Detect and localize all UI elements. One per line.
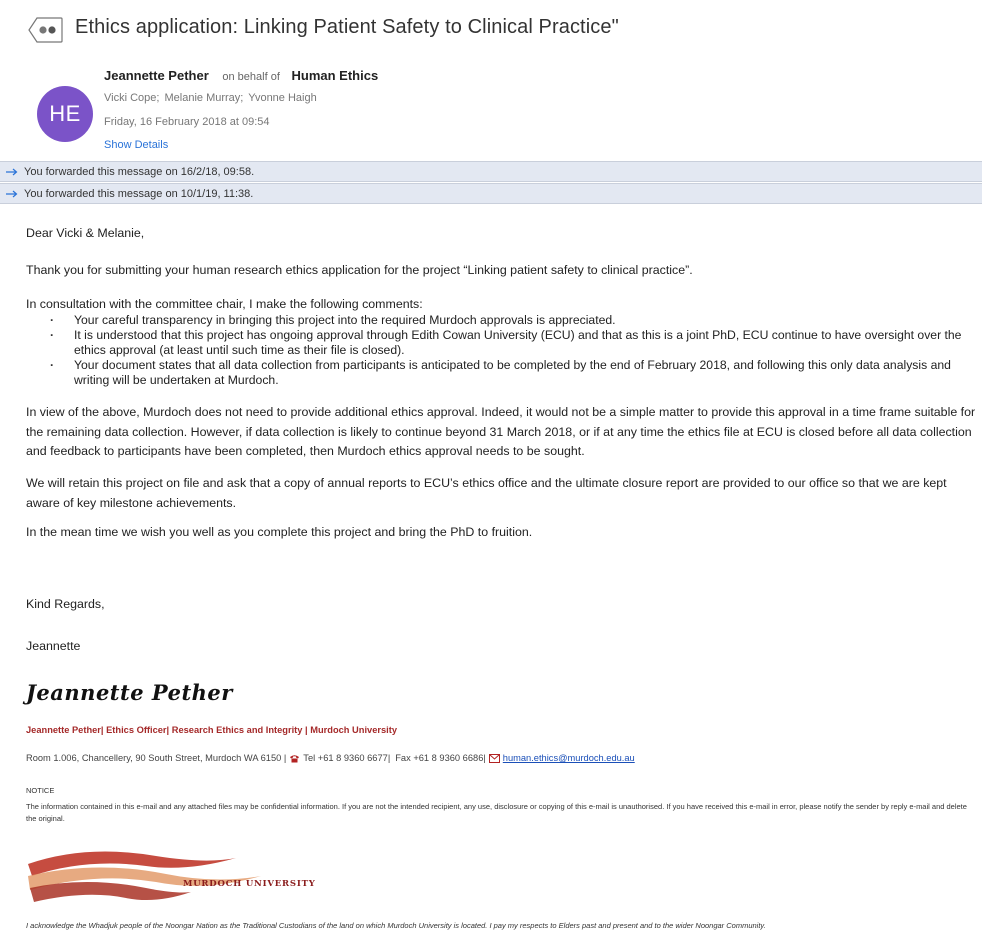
first-name: Jeannette	[26, 639, 81, 653]
greeting: Dear Vicki & Melanie,	[26, 226, 145, 240]
list-item: Your careful transparency in bringing th…	[50, 313, 980, 328]
sent-date: Friday, 16 February 2018 at 09:54	[104, 116, 270, 128]
signature-title: Jeannette Pether| Ethics Officer| Resear…	[26, 725, 398, 735]
forward-banner: You forwarded this message on 10/1/19, 1…	[0, 183, 982, 204]
recipient[interactable]: Melanie Murray;	[165, 92, 244, 104]
show-details-link[interactable]: Show Details	[104, 139, 168, 151]
avatar: HE	[37, 86, 93, 142]
subject-bar: Ethics application: Linking Patient Safe…	[0, 0, 982, 62]
email-subject: Ethics application: Linking Patient Safe…	[75, 16, 619, 38]
list-item: Your document states that all data colle…	[50, 358, 980, 388]
forward-text: You forwarded this message on 10/1/19, 1…	[24, 187, 254, 200]
telephone: Tel +61 8 9360 6677|	[303, 753, 391, 763]
sender-name[interactable]: Jeannette Pether	[104, 68, 209, 83]
recipient[interactable]: Yvonne Haigh	[248, 92, 317, 104]
recipients: Vicki Cope; Melanie Murray; Yvonne Haigh	[104, 92, 319, 104]
comment-list: Your careful transparency in bringing th…	[50, 313, 980, 388]
recipient[interactable]: Vicki Cope;	[104, 92, 159, 104]
forward-arrow-icon	[6, 168, 18, 175]
murdoch-university-logo	[28, 851, 261, 902]
paragraph: Thank you for submitting your human rese…	[26, 263, 693, 277]
notice-heading: NOTICE	[26, 786, 55, 795]
on-behalf-label: on behalf of	[222, 71, 280, 83]
list-item: It is understood that this project has o…	[50, 328, 980, 358]
email-link[interactable]: human.ethics@murdoch.edu.au	[503, 753, 635, 763]
conversation-icon[interactable]	[28, 17, 63, 43]
closing: Kind Regards,	[26, 597, 105, 611]
paragraph: In the mean time we wish you well as you…	[26, 525, 533, 539]
fax: Fax +61 8 9360 6686|	[395, 753, 486, 763]
acknowledgement-text: I acknowledge the Whadjuk people of the …	[26, 921, 766, 930]
signature-contact: Room 1.006, Chancellery, 90 South Street…	[26, 753, 635, 763]
phone-icon	[290, 754, 300, 762]
forward-banner: You forwarded this message on 16/2/18, 0…	[0, 161, 982, 182]
notice-text: The information contained in this e-mail…	[26, 802, 967, 823]
address: Room 1.006, Chancellery, 90 South Street…	[26, 753, 287, 763]
mail-icon	[488, 753, 500, 763]
paragraph: We will retain this project on file and …	[26, 476, 947, 510]
sender-org[interactable]: Human Ethics	[292, 68, 379, 83]
logo-wordmark: MURDOCH UNIVERSITY	[183, 879, 316, 889]
paragraph: In consultation with the committee chair…	[26, 297, 423, 311]
sender-line: Jeannette Pether on behalf of Human Ethi…	[104, 68, 378, 83]
paragraph: In view of the above, Murdoch does not n…	[26, 405, 976, 458]
handwritten-signature: Jeannette Pether	[26, 680, 233, 705]
forward-arrow-icon	[6, 190, 18, 197]
forward-text: You forwarded this message on 16/2/18, 0…	[24, 165, 255, 178]
